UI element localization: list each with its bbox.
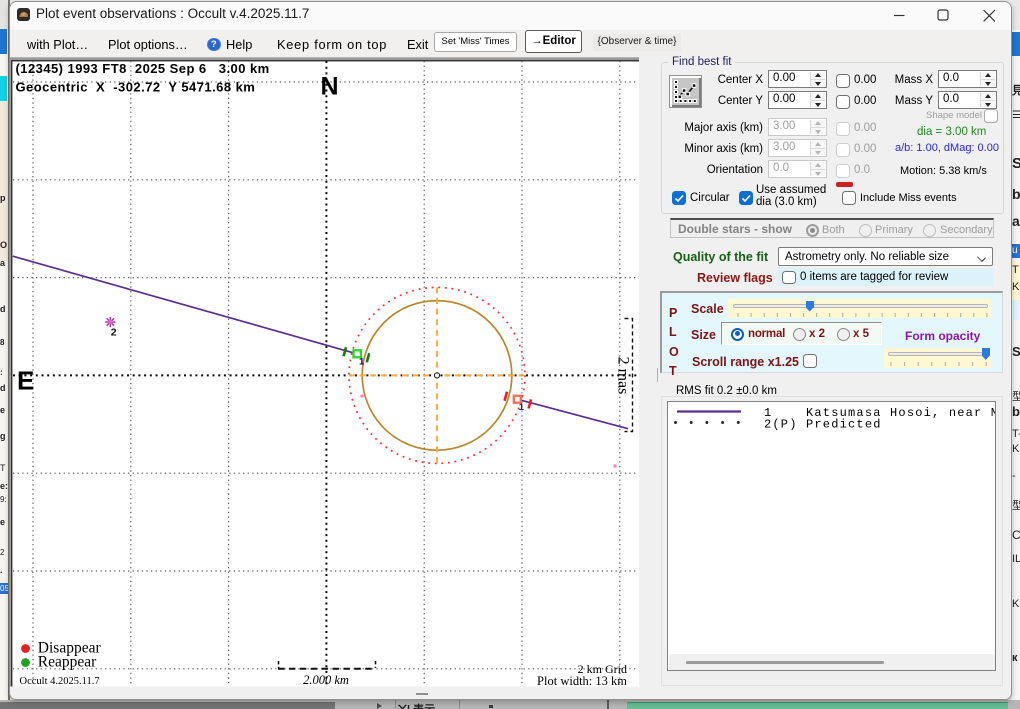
svg-text:Geocentric X -302.72 Y 5471: Geocentric X -302.72 Y 5471.68 km: [16, 80, 256, 95]
svg-text:1: 1: [519, 402, 525, 413]
svg-text:Reappear: Reappear: [38, 654, 97, 671]
svg-text:E: E: [17, 366, 34, 396]
svg-text:N: N: [321, 73, 339, 101]
svg-text:Plot width: 13 km: Plot width: 13 km: [537, 674, 627, 688]
svg-text:2 mas: 2 mas: [615, 357, 632, 395]
svg-text:(12345) 1993 FT8 2025 Sep 6: (12345) 1993 FT8 2025 Sep 6 3.00 km: [16, 61, 270, 76]
svg-text:1: 1: [359, 357, 365, 368]
svg-text:Occult 4.2025.11.7: Occult 4.2025.11.7: [20, 676, 100, 687]
svg-text:2: 2: [111, 327, 117, 339]
svg-text:2(P) Predicted: 2(P) Predicted: [764, 418, 882, 432]
svg-text:2.000 km: 2.000 km: [303, 673, 349, 687]
